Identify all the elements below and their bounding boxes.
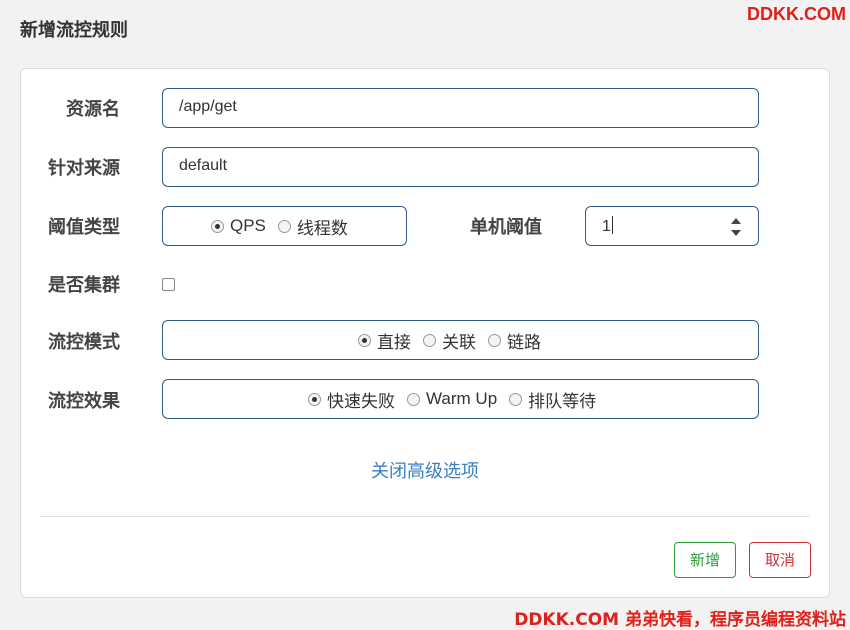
spinner-up-icon[interactable]: [731, 218, 741, 224]
radio-fast-fail[interactable]: 快速失败: [308, 387, 395, 412]
radio-warm-up-label: Warm Up: [426, 389, 498, 408]
cluster-label: 是否集群: [48, 275, 120, 296]
radio-thread-count-dot[interactable]: [277, 219, 291, 233]
radio-qps-label: QPS: [230, 216, 266, 235]
watermark-bottom: DDKK.COM 弟弟快看，程序员编程资料站: [514, 610, 846, 630]
source-label: 针对来源: [48, 158, 120, 179]
radio-relate[interactable]: 关联: [423, 328, 476, 353]
resource-value: /app/get: [179, 98, 237, 115]
radio-thread-count[interactable]: 线程数: [277, 214, 348, 239]
radio-queue-dot[interactable]: [509, 392, 523, 406]
add-button[interactable]: 新增: [674, 542, 736, 578]
cluster-checkbox[interactable]: [162, 278, 175, 291]
radio-direct-label: 直接: [377, 332, 411, 353]
flow-mode-group: 直接 关联 链路: [162, 320, 759, 360]
dialog-title: 新增流控规则: [20, 20, 128, 41]
radio-warm-up-dot[interactable]: [407, 392, 420, 406]
radio-chain-label: 链路: [507, 332, 541, 353]
radio-direct[interactable]: 直接: [358, 328, 411, 353]
radio-relate-label: 关联: [442, 332, 476, 353]
radio-direct-dot[interactable]: [358, 333, 371, 347]
radio-warm-up[interactable]: Warm Up: [407, 389, 497, 409]
spinner-down-icon[interactable]: [731, 230, 741, 236]
radio-qps-dot[interactable]: [211, 219, 224, 233]
close-advanced-link[interactable]: 关闭高级选项: [0, 457, 850, 483]
radio-chain-dot[interactable]: [488, 333, 501, 347]
flow-effect-label: 流控效果: [48, 391, 120, 412]
threshold-type-group: QPS 线程数: [162, 206, 407, 246]
footer-divider: [40, 516, 810, 517]
radio-relate-dot[interactable]: [423, 333, 436, 347]
threshold-type-label: 阈值类型: [48, 217, 120, 238]
resource-input[interactable]: /app/get: [162, 88, 759, 128]
radio-queue-label: 排队等待: [528, 391, 597, 412]
source-value: default: [179, 157, 228, 174]
radio-queue[interactable]: 排队等待: [509, 387, 596, 412]
radio-fast-fail-dot[interactable]: [308, 392, 321, 406]
single-threshold-label: 单机阈值: [470, 217, 542, 238]
watermark-top: DDKK.COM: [747, 4, 846, 24]
radio-qps[interactable]: QPS: [211, 216, 266, 236]
number-spinner[interactable]: [730, 218, 742, 236]
radio-fast-fail-label: 快速失败: [327, 391, 395, 412]
single-threshold-value: 1: [602, 218, 611, 235]
flow-effect-group: 快速失败 Warm Up 排队等待: [162, 379, 759, 419]
radio-chain[interactable]: 链路: [488, 328, 541, 353]
text-caret: [611, 216, 613, 234]
resource-label: 资源名: [66, 99, 120, 120]
flow-mode-label: 流控模式: [48, 332, 120, 353]
single-threshold-input[interactable]: 1: [585, 206, 759, 246]
radio-thread-count-label: 线程数: [296, 218, 348, 239]
cancel-button[interactable]: 取消: [749, 542, 811, 578]
source-input[interactable]: default: [162, 147, 759, 187]
